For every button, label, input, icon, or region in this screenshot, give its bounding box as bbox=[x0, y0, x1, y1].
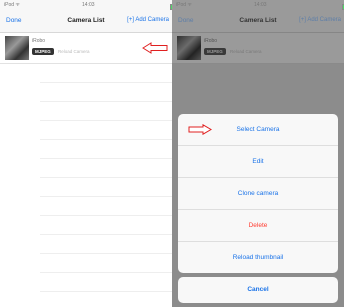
list-divider bbox=[40, 272, 172, 273]
list-divider bbox=[40, 196, 172, 197]
list-divider bbox=[40, 158, 172, 159]
edit-action[interactable]: Edit bbox=[178, 146, 338, 178]
delete-action[interactable]: Delete bbox=[178, 210, 338, 242]
clock-label: 14:03 bbox=[254, 2, 267, 8]
list-divider bbox=[40, 120, 172, 121]
action-sheet: Select Camera Edit Clone camera Delete R… bbox=[178, 114, 338, 273]
cancel-button[interactable]: Cancel bbox=[178, 277, 338, 303]
empty-list-area bbox=[0, 64, 172, 307]
navigation-bar: Done Camera List [+] Add Camera bbox=[0, 10, 172, 33]
reload-thumbnail-label: Reload thumbnail bbox=[232, 254, 284, 261]
camera-thumbnail bbox=[5, 36, 29, 60]
camera-list-screen: iPod ᯤ 14:03 Done Camera List [+] Add Ca… bbox=[0, 0, 172, 307]
clone-camera-action[interactable]: Clone camera bbox=[178, 178, 338, 210]
camera-type-badge: MJPEG bbox=[204, 48, 226, 55]
camera-subtitle: Reload Camera bbox=[58, 49, 90, 54]
action-sheet-screen: iPod ᯤ 14:03 Done Camera List [+] Add Ca… bbox=[172, 0, 344, 307]
carrier-label: iPod ᯤ bbox=[4, 2, 20, 8]
status-bar: iPod ᯤ 14:03 bbox=[172, 0, 344, 10]
edit-label: Edit bbox=[252, 158, 264, 165]
camera-type-badge: MJPEG bbox=[32, 48, 54, 55]
camera-list-item[interactable]: iRobo MJPEG Reload Camera bbox=[172, 33, 344, 64]
camera-subtitle: Reload Camera bbox=[230, 49, 262, 54]
select-camera-action[interactable]: Select Camera bbox=[178, 114, 338, 146]
list-divider bbox=[40, 234, 172, 235]
add-camera-button[interactable]: [+] Add Camera bbox=[299, 17, 341, 23]
add-camera-button[interactable]: [+] Add Camera bbox=[127, 17, 169, 23]
list-divider bbox=[40, 82, 172, 83]
reload-thumbnail-action[interactable]: Reload thumbnail bbox=[178, 242, 338, 273]
status-bar: iPod ᯤ 14:03 bbox=[0, 0, 172, 10]
right-arrow-icon bbox=[188, 124, 212, 135]
list-divider bbox=[40, 101, 172, 102]
list-divider bbox=[40, 253, 172, 254]
navigation-bar: Done Camera List [+] Add Camera bbox=[172, 10, 344, 33]
select-camera-label: Select Camera bbox=[236, 126, 280, 133]
camera-name: iRobo bbox=[204, 38, 218, 44]
delete-label: Delete bbox=[248, 222, 268, 229]
camera-thumbnail bbox=[177, 36, 201, 60]
clock-label: 14:03 bbox=[82, 2, 95, 8]
left-arrow-icon bbox=[142, 42, 168, 54]
list-divider bbox=[40, 215, 172, 216]
carrier-label: iPod ᯤ bbox=[176, 2, 192, 8]
clone-camera-label: Clone camera bbox=[237, 190, 279, 197]
camera-list-item[interactable]: iRobo MJPEG Reload Camera bbox=[0, 33, 172, 64]
camera-name: iRobo bbox=[32, 38, 46, 44]
list-divider bbox=[40, 139, 172, 140]
list-divider bbox=[40, 291, 172, 292]
list-divider bbox=[40, 177, 172, 178]
